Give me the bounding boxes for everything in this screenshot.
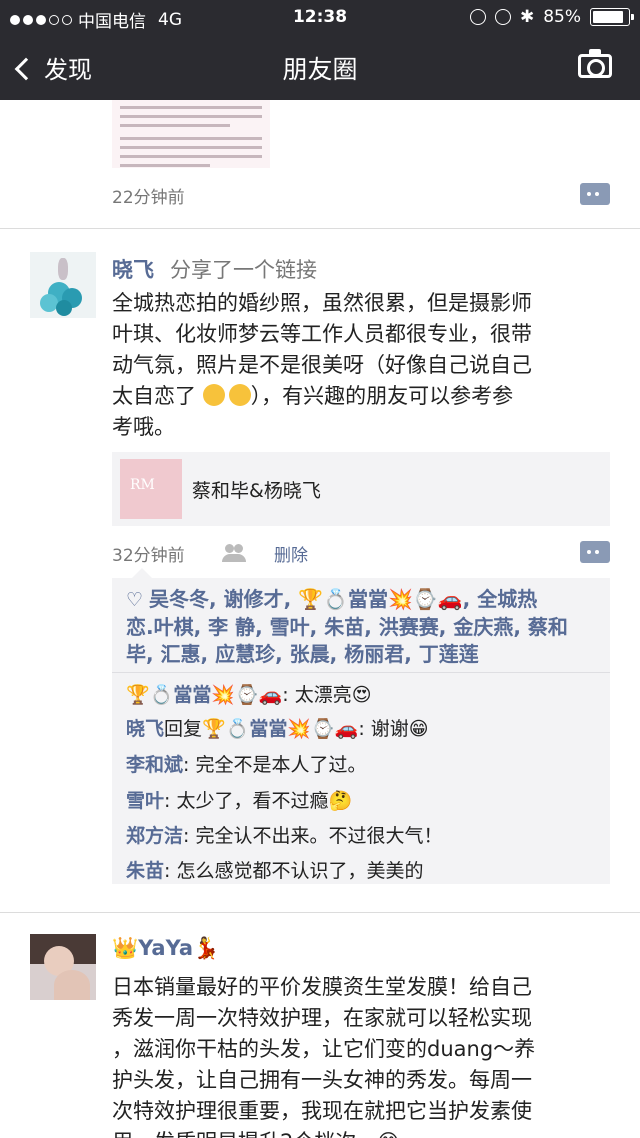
post-body: 日本销量最好的平价发膜资生堂发膜！给自己 秀发一周一次特效护理，在家就可以轻松实… bbox=[112, 972, 617, 1138]
comment-row[interactable]: 🏆💍當當💥⌚🚗: 太漂亮😍 bbox=[126, 680, 372, 707]
post-body-line: 次特效护理很重要，我现在就把它当护发素使 bbox=[112, 1099, 532, 1123]
delete-button[interactable]: 删除 bbox=[274, 541, 308, 566]
post-body-line: 叶琪、化妆师梦云等工作人员都很专业，很带 bbox=[112, 322, 532, 346]
status-bar: 中国电信 4G 12:38 ✱ 85% bbox=[0, 0, 640, 36]
likes-comments-box: ♡ 吴冬冬, 谢修才, 🏆💍當當💥⌚🚗, 全城热 恋.叶棋, 李 静, 雪叶, 朱… bbox=[112, 568, 610, 884]
comment-row[interactable]: 晓飞回复🏆💍當當💥⌚🚗: 谢谢😁 bbox=[126, 714, 429, 741]
post-body-line: 动气氛，照片是不是很美呀（好像自己说自己 bbox=[112, 353, 532, 377]
shared-link-card[interactable]: RM 蔡和毕&杨晓飞 bbox=[112, 452, 610, 526]
post-body: 全城热恋拍的婚纱照，虽然很累，但是摄影师 叶琪、化妆师梦云等工作人员都很专业，很… bbox=[112, 288, 617, 443]
comment-icon[interactable] bbox=[580, 183, 610, 205]
avatar[interactable] bbox=[30, 934, 96, 1000]
link-thumbnail: RM bbox=[120, 459, 182, 519]
rotation-lock-icon bbox=[469, 9, 486, 25]
divider bbox=[0, 912, 640, 913]
post-author[interactable]: 👑YaYa💃 bbox=[112, 936, 219, 961]
post-body-line: 日本销量最好的平价发膜资生堂发膜！给自己 bbox=[112, 975, 532, 999]
comment-icon[interactable] bbox=[580, 541, 610, 563]
post-body-line: 考哦。 bbox=[112, 415, 175, 439]
post-body-line: 全城热恋拍的婚纱照，虽然很累，但是摄影师 bbox=[112, 291, 532, 315]
post-author[interactable]: 晓飞 bbox=[112, 254, 154, 284]
post-body-line: 秀发一周一次特效护理，在家就可以轻松实现 bbox=[112, 1006, 532, 1030]
battery-percent: 85% bbox=[543, 7, 581, 27]
partial-post-image[interactable] bbox=[112, 100, 270, 168]
post-body-line: 护头发，让自己拥有一头女神的秀发。每周一 bbox=[112, 1068, 532, 1092]
alarm-icon bbox=[494, 9, 511, 25]
grin-emoji-icon bbox=[228, 384, 251, 406]
timestamp: 22分钟前 bbox=[112, 188, 185, 208]
comment-row[interactable]: 朱苗: 怎么感觉都不认识了，美美的 bbox=[126, 856, 423, 883]
link-title: 蔡和毕&杨晓飞 bbox=[192, 480, 321, 502]
comment-row[interactable]: 李和斌: 完全不是本人了过。 bbox=[126, 750, 366, 777]
people-icon[interactable] bbox=[222, 544, 246, 562]
comment-row[interactable]: 雪叶: 太少了，看不过瘾🤔 bbox=[126, 786, 352, 813]
comment-row[interactable]: 郑方洁: 完全认不出来。不过很大气！ bbox=[126, 821, 442, 848]
post-body-line: 用，发质明显提升2个档次。😊 bbox=[112, 1127, 617, 1138]
battery-icon bbox=[590, 8, 634, 26]
post-action-text: 分享了一个链接 bbox=[170, 258, 317, 282]
timestamp: 32分钟前 bbox=[112, 546, 185, 566]
wink-emoji-icon bbox=[202, 384, 225, 406]
avatar[interactable] bbox=[30, 252, 96, 318]
camera-icon[interactable] bbox=[578, 49, 612, 78]
post-body-line: 太自恋了 ），有兴趣的朋友可以参考参 bbox=[112, 384, 514, 408]
divider bbox=[0, 228, 640, 229]
divider bbox=[112, 672, 610, 673]
heart-icon: ♡ bbox=[126, 589, 144, 611]
post-body-line: ，滋润你干枯的头发，让它们变的duang～养 bbox=[112, 1037, 536, 1061]
page-title: 朋友圈 bbox=[282, 55, 358, 84]
likes-list: ♡ 吴冬冬, 谢修才, 🏆💍當當💥⌚🚗, 全城热 恋.叶棋, 李 静, 雪叶, 朱… bbox=[126, 587, 568, 666]
top-bar: 中国电信 4G 12:38 ✱ 85% 发现 朋友圈 bbox=[0, 0, 640, 100]
nav-bar: 发现 朋友圈 bbox=[0, 40, 640, 96]
bluetooth-icon: ✱ bbox=[519, 7, 535, 27]
